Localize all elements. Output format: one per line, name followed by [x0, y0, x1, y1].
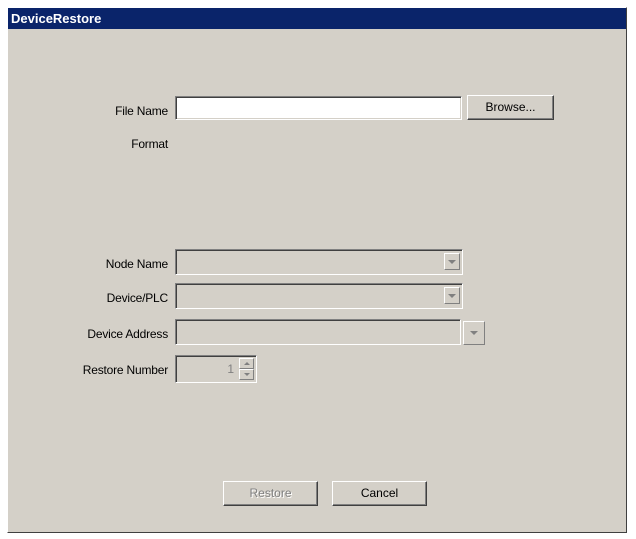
restore-number-value: 1 [227, 362, 234, 376]
file-name-input[interactable] [176, 97, 461, 119]
device-plc-dropdown[interactable] [175, 283, 463, 309]
node-name-label: Node Name [105, 257, 168, 271]
restore-number-up-button[interactable] [239, 358, 254, 369]
restore-number-label: Restore Number [82, 363, 168, 377]
cancel-button[interactable]: Cancel [332, 481, 427, 506]
chevron-down-icon [448, 293, 456, 298]
device-plc-label: Device/PLC [106, 291, 169, 305]
device-address-field[interactable] [175, 319, 461, 345]
device-address-dropdown-arrow[interactable] [463, 321, 485, 345]
device-plc-dropdown-arrow[interactable] [444, 287, 460, 304]
restore-number-down-button[interactable] [239, 369, 254, 380]
node-name-dropdown[interactable] [175, 249, 463, 275]
chevron-down-icon [243, 373, 250, 376]
device-restore-dialog: DeviceRestore File Name Browse... Format… [7, 7, 627, 533]
file-name-field[interactable] [175, 96, 462, 120]
file-name-label: File Name [115, 104, 168, 118]
device-address-label: Device Address [87, 327, 168, 341]
chevron-up-icon [243, 362, 250, 365]
window-title: DeviceRestore [8, 8, 626, 29]
browse-button[interactable]: Browse... [467, 95, 554, 120]
restore-number-stepper[interactable]: 1 [175, 355, 257, 383]
node-name-dropdown-arrow[interactable] [444, 253, 460, 270]
chevron-down-icon [448, 259, 456, 264]
restore-button[interactable]: Restore [223, 481, 318, 506]
format-label: Format [131, 137, 168, 151]
chevron-down-icon [470, 331, 478, 335]
